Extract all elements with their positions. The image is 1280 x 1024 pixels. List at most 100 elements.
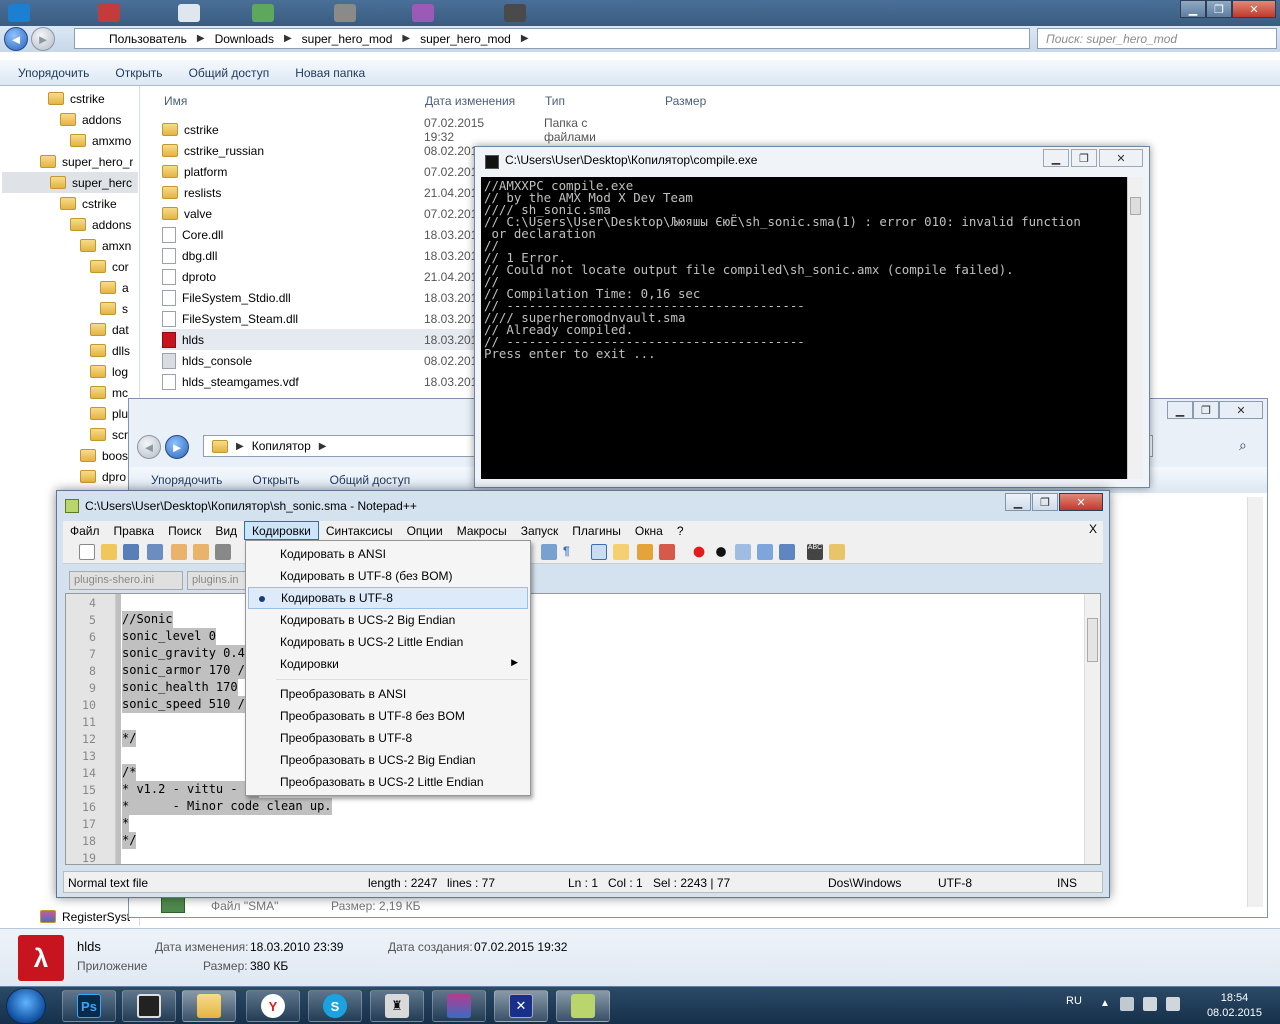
close-button[interactable]: ✕ (1232, 0, 1276, 18)
menu-item-encode-ucs2-be[interactable]: Кодировать в UCS-2 Big Endian (248, 609, 528, 631)
breadcrumb[interactable]: Копилятор (252, 439, 311, 453)
maximize-button[interactable]: ❐ (1032, 493, 1058, 511)
taskbar-app-counter-strike[interactable]: ♜ (370, 990, 424, 1022)
doc-map-icon[interactable] (637, 544, 653, 560)
menu-plugins[interactable]: Плагины (565, 521, 628, 540)
nav-item[interactable]: dlls (90, 340, 130, 361)
close-all-icon[interactable] (193, 544, 209, 560)
menu-item-convert-ansi[interactable]: Преобразовать в ANSI (248, 683, 528, 705)
menu-edit[interactable]: Правка (107, 521, 162, 540)
organize-button[interactable]: Упорядочить (18, 66, 89, 80)
taskbar-app-yandex[interactable]: Y (246, 990, 300, 1022)
menu-windows[interactable]: Окна (628, 521, 670, 540)
new-folder-button[interactable]: Новая папка (295, 66, 365, 80)
menu-options[interactable]: Опции (400, 521, 450, 540)
print-icon[interactable] (215, 544, 231, 560)
nav-item[interactable]: cstrike (60, 193, 117, 214)
chevron-right-icon[interactable]: ▶ (236, 441, 244, 452)
taskbar-app-video[interactable] (122, 990, 176, 1022)
close-file-icon[interactable] (171, 544, 187, 560)
editor-scrollbar[interactable] (1084, 594, 1100, 864)
file-row[interactable]: cstrike 07.02.2015 19:32 Папка с файлами (162, 116, 596, 144)
taskbar-app-photoshop[interactable]: Ps (62, 990, 116, 1022)
plugin-icon[interactable] (829, 544, 845, 560)
menu-item-encode-utf8[interactable]: Кодировать в UTF-8 (248, 587, 528, 609)
nav-item[interactable]: RegisterSyst (40, 906, 130, 927)
nav-item[interactable]: cor (90, 256, 129, 277)
chevron-up-icon[interactable]: ▲ (1100, 998, 1110, 1009)
scrollbar-thumb[interactable] (1087, 618, 1098, 662)
nav-item-selected[interactable]: super_herc (2, 172, 138, 193)
spell-check-icon[interactable]: ABC (807, 544, 823, 560)
function-list-icon[interactable] (659, 544, 675, 560)
file-row[interactable]: FileSystem_Stdio.dll 18.03.201 (162, 287, 477, 308)
nav-item[interactable]: dat (90, 319, 129, 340)
tab-plugins-shero[interactable]: plugins-shero.ini (69, 571, 183, 590)
breadcrumb[interactable]: Downloads (215, 32, 274, 46)
nav-item[interactable]: log (90, 361, 128, 382)
menu-item-encode-ansi[interactable]: Кодировать в ANSI (248, 543, 528, 565)
chevron-right-icon[interactable]: ▶ (284, 33, 292, 44)
nav-item[interactable]: amxn (80, 235, 131, 256)
language-indicator[interactable]: RU (1066, 995, 1082, 1007)
close-button[interactable]: ✕ (1059, 493, 1103, 511)
share-button[interactable]: Общий доступ (189, 66, 270, 80)
menu-macros[interactable]: Макросы (450, 521, 514, 540)
open-file-icon[interactable] (101, 544, 117, 560)
column-header-date[interactable]: Дата изменения (425, 94, 515, 108)
new-file-icon[interactable] (79, 544, 95, 560)
scrollbar-thumb[interactable] (1130, 197, 1141, 215)
back-button[interactable]: ◄ (137, 435, 161, 459)
file-row[interactable]: dproto 21.04.201 (162, 266, 477, 287)
breadcrumb[interactable]: super_hero_mod (420, 32, 511, 46)
folder-icon[interactable] (613, 544, 629, 560)
nav-item[interactable]: addons (70, 214, 131, 235)
taskbar-app-notepadpp[interactable] (556, 990, 610, 1022)
back-button[interactable]: ◄ (4, 27, 28, 51)
menu-item-encode-ucs2-le[interactable]: Кодировать в UCS-2 Little Endian (248, 631, 528, 653)
nav-item[interactable]: cstrike (48, 88, 105, 109)
nav-item[interactable]: dpro (80, 466, 126, 487)
menu-encoding[interactable]: Кодировки (244, 521, 319, 540)
volume-icon[interactable] (1166, 997, 1180, 1011)
minimize-button[interactable]: ▁ (1167, 401, 1193, 419)
file-row[interactable]: platform 07.02.201 (162, 161, 477, 182)
record-macro-icon[interactable] (691, 544, 707, 560)
nav-item[interactable]: super_hero_r (40, 151, 133, 172)
forward-button[interactable]: ► (31, 27, 55, 51)
tray-app-icon[interactable] (1120, 997, 1134, 1011)
menu-search[interactable]: Поиск (161, 521, 208, 540)
chevron-right-icon[interactable]: ▶ (319, 441, 327, 452)
nav-item[interactable]: amxmo (70, 130, 131, 151)
nav-item[interactable]: scr (90, 424, 128, 445)
indent-guide-icon[interactable] (591, 544, 607, 560)
nav-item[interactable]: boos (80, 445, 128, 466)
file-row[interactable]: hlds_steamgames.vdf 18.03.201 (162, 371, 477, 392)
nav-item[interactable]: s (100, 298, 128, 319)
open-button[interactable]: Открыть (115, 66, 162, 80)
file-row[interactable]: valve 07.02.201 (162, 203, 477, 224)
taskbar-app-console[interactable]: ✕ (494, 990, 548, 1022)
file-row[interactable]: reslists 21.04.201 (162, 182, 477, 203)
taskbar-app-skype[interactable]: S (308, 990, 362, 1022)
menu-syntax[interactable]: Синтаксисы (319, 521, 400, 540)
breadcrumb[interactable]: super_hero_mod (302, 32, 393, 46)
tab-plugins[interactable]: plugins.in (187, 571, 249, 590)
file-row[interactable]: cstrike_russian 08.02.201 (162, 140, 477, 161)
maximize-button[interactable]: ❐ (1071, 149, 1097, 167)
menu-help[interactable]: ? (670, 521, 691, 540)
file-row[interactable]: FileSystem_Steam.dll 18.03.201 (162, 308, 477, 329)
share-button[interactable]: Общий доступ (330, 473, 411, 487)
minimize-button[interactable]: ▁ (1043, 149, 1069, 167)
menu-item-encode-utf8-nobom[interactable]: Кодировать в UTF-8 (без BOM) (248, 565, 528, 587)
close-document-button[interactable]: X (1089, 522, 1097, 536)
chevron-right-icon[interactable]: ▶ (197, 33, 205, 44)
play-macro-icon[interactable] (735, 544, 751, 560)
menu-run[interactable]: Запуск (514, 521, 566, 540)
file-row[interactable]: Core.dll 18.03.201 (162, 224, 477, 245)
breadcrumb[interactable]: Пользователь (109, 32, 187, 46)
wrap-icon[interactable] (541, 544, 557, 560)
organize-button[interactable]: Упорядочить (151, 473, 222, 487)
close-button[interactable]: ✕ (1099, 149, 1143, 167)
scrollbar[interactable] (1247, 497, 1263, 907)
